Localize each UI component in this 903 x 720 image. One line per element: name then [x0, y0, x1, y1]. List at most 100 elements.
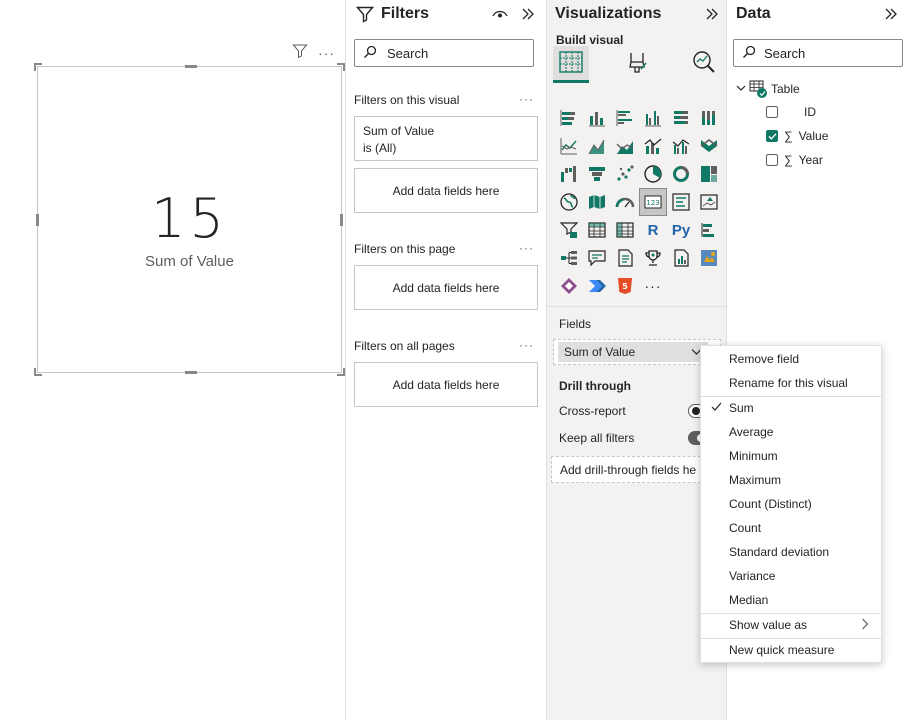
- 100-stacked-column-chart-icon[interactable]: [695, 104, 723, 132]
- slicer-icon[interactable]: [555, 216, 583, 244]
- clustered-bar-chart-icon[interactable]: [611, 104, 639, 132]
- card-visual-icon[interactable]: 123: [639, 188, 667, 216]
- pie-chart-icon[interactable]: [639, 160, 667, 188]
- field-row-year[interactable]: ∑ Year: [766, 152, 823, 168]
- filter-icon[interactable]: [292, 43, 308, 64]
- cross-report-label: Cross-report: [559, 404, 626, 418]
- collapse-pane-icon[interactable]: [881, 5, 901, 23]
- q-and-a-icon[interactable]: [583, 244, 611, 272]
- matrix-icon[interactable]: [611, 216, 639, 244]
- add-data-fields-all[interactable]: Add data fields here: [354, 362, 538, 407]
- menu-item-minimum[interactable]: Minimum: [701, 444, 881, 468]
- menu-item-rename[interactable]: Rename for this visual: [701, 371, 881, 395]
- decomposition-tree-icon[interactable]: [555, 244, 583, 272]
- more-options-icon[interactable]: ···: [519, 241, 534, 255]
- menu-item-count[interactable]: Count: [701, 516, 881, 540]
- python-visual-icon[interactable]: Py: [667, 216, 695, 244]
- menu-item-standard-deviation[interactable]: Standard deviation: [701, 540, 881, 564]
- menu-item-new-quick-measure[interactable]: New quick measure: [701, 638, 881, 662]
- filled-map-icon[interactable]: [583, 188, 611, 216]
- line-chart-icon[interactable]: [555, 132, 583, 160]
- checkbox-year[interactable]: [766, 154, 778, 166]
- format-visual-tab[interactable]: [619, 46, 655, 82]
- drill-through-well[interactable]: Add drill-through fields he: [551, 456, 721, 483]
- field-pill-sum-of-value[interactable]: Sum of Value: [558, 342, 708, 362]
- tree-table-row[interactable]: Table: [735, 80, 800, 98]
- r-visual-label: R: [647, 221, 659, 239]
- menu-item-variance[interactable]: Variance: [701, 564, 881, 588]
- filters-on-visual-title: Filters on this visual: [354, 93, 460, 107]
- waterfall-chart-icon[interactable]: [555, 160, 583, 188]
- resize-handle-br[interactable]: [337, 368, 345, 376]
- metrics-trophy-icon[interactable]: [639, 244, 667, 272]
- smart-narrative-icon[interactable]: [611, 244, 639, 272]
- menu-item-sum[interactable]: Sum: [701, 396, 881, 420]
- menu-item-label: Sum: [729, 401, 754, 415]
- more-options-icon[interactable]: ···: [519, 338, 534, 352]
- funnel-chart-icon[interactable]: [583, 160, 611, 188]
- field-row-id[interactable]: ID: [766, 104, 816, 120]
- field-name: ID: [804, 105, 816, 119]
- python-visual-label: Py: [671, 221, 691, 239]
- menu-item-count-distinct[interactable]: Count (Distinct): [701, 492, 881, 516]
- collapse-pane-icon[interactable]: [518, 5, 538, 23]
- collapse-pane-icon[interactable]: [702, 5, 722, 23]
- card-visual[interactable]: 15 Sum of Value: [34, 63, 345, 376]
- more-options-icon[interactable]: ···: [318, 45, 335, 61]
- donut-chart-icon[interactable]: [667, 160, 695, 188]
- gauge-icon[interactable]: [611, 188, 639, 216]
- 100-stacked-bar-chart-icon[interactable]: [667, 104, 695, 132]
- checkbox-id[interactable]: [766, 106, 778, 118]
- more-visuals-icon[interactable]: ···: [639, 272, 667, 300]
- resize-handle-bl[interactable]: [34, 368, 42, 376]
- data-search-input[interactable]: Search: [733, 39, 903, 67]
- ribbon-chart-icon[interactable]: [695, 132, 723, 160]
- menu-item-show-value-as[interactable]: Show value as: [701, 613, 881, 637]
- add-data-fields-visual[interactable]: Add data fields here: [354, 168, 538, 213]
- resize-handle-tr[interactable]: [337, 63, 345, 71]
- menu-item-median[interactable]: Median: [701, 588, 881, 612]
- treemap-icon[interactable]: [695, 160, 723, 188]
- report-canvas[interactable]: ··· 15 Sum of Value: [0, 0, 345, 720]
- paginated-report-icon[interactable]: [667, 244, 695, 272]
- filter-card-sum-of-value[interactable]: Sum of Value is (All): [354, 116, 538, 161]
- add-data-fields-page[interactable]: Add data fields here: [354, 265, 538, 310]
- key-influencers-icon[interactable]: [695, 216, 723, 244]
- map-icon[interactable]: [555, 188, 583, 216]
- scatter-chart-icon[interactable]: [611, 160, 639, 188]
- fields-label: Fields: [559, 317, 592, 331]
- menu-item-maximum[interactable]: Maximum: [701, 468, 881, 492]
- visualizations-pane: Visualizations Build visual 123 R Py 5 ·…: [546, 0, 726, 720]
- more-options-icon[interactable]: ···: [519, 92, 534, 106]
- checkbox-value[interactable]: [766, 130, 778, 142]
- filters-search-input[interactable]: Search: [354, 39, 534, 67]
- r-visual-icon[interactable]: R: [639, 216, 667, 244]
- build-visual-tab-indicator: [553, 80, 589, 83]
- table-icon[interactable]: [583, 216, 611, 244]
- fields-well[interactable]: Sum of Value: [553, 339, 721, 365]
- line-and-stacked-column-chart-icon[interactable]: [639, 132, 667, 160]
- stacked-column-chart-icon[interactable]: [583, 104, 611, 132]
- html-content-icon[interactable]: 5: [611, 272, 639, 300]
- resize-handle-tl[interactable]: [34, 63, 42, 71]
- field-row-value[interactable]: ∑ Value: [766, 128, 828, 144]
- multi-row-card-icon[interactable]: [667, 188, 695, 216]
- analytics-tab[interactable]: [685, 46, 721, 82]
- resize-handle-top[interactable]: [185, 65, 197, 68]
- azure-map-icon[interactable]: [695, 244, 723, 272]
- stacked-area-chart-icon[interactable]: [611, 132, 639, 160]
- power-apps-icon[interactable]: [555, 272, 583, 300]
- line-and-clustered-column-chart-icon[interactable]: [667, 132, 695, 160]
- kpi-icon[interactable]: [695, 188, 723, 216]
- build-visual-icon: [557, 48, 585, 81]
- resize-handle-bottom[interactable]: [185, 371, 197, 374]
- area-chart-icon[interactable]: [583, 132, 611, 160]
- chevron-down-icon[interactable]: [735, 82, 747, 97]
- menu-item-remove-field[interactable]: Remove field: [701, 347, 881, 371]
- menu-item-average[interactable]: Average: [701, 420, 881, 444]
- eye-icon[interactable]: [490, 6, 510, 22]
- power-automate-icon[interactable]: [583, 272, 611, 300]
- clustered-column-chart-icon[interactable]: [639, 104, 667, 132]
- build-visual-tab[interactable]: [553, 46, 589, 82]
- stacked-bar-chart-icon[interactable]: [555, 104, 583, 132]
